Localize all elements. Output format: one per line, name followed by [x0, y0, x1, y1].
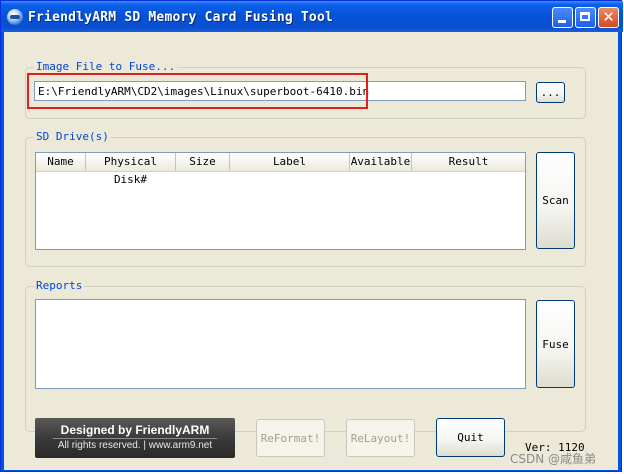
column-header-result[interactable]: Result [412, 153, 525, 171]
fuse-button[interactable]: Fuse [536, 300, 575, 388]
reports-group-label: Reports [34, 279, 85, 292]
column-header-name[interactable]: Name [36, 153, 86, 171]
friendlyarm-logo-banner: Designed by FriendlyARM All rights reser… [35, 418, 235, 458]
logo-title: Designed by FriendlyARM [60, 423, 210, 437]
app-icon [7, 9, 23, 25]
sd-drives-group-label: SD Drive(s) [34, 130, 111, 143]
window-title: FriendlyARM SD Memory Card Fusing Tool [28, 10, 334, 25]
logo-subtitle: All rights reserved. | www.arm9.net [57, 440, 213, 451]
maximize-button[interactable] [575, 7, 596, 28]
sd-drives-list[interactable]: Name Physical Disk# Size Label Available… [35, 152, 526, 250]
sd-drives-list-header: Name Physical Disk# Size Label Available… [36, 153, 525, 186]
minimize-icon [558, 20, 566, 23]
column-header-available[interactable]: Available [350, 153, 412, 171]
column-header-size[interactable]: Size [176, 153, 230, 171]
image-file-group-label: Image File to Fuse... [34, 60, 178, 73]
close-button[interactable]: ✕ [598, 7, 619, 28]
column-header-label[interactable]: Label [230, 153, 350, 171]
maximize-icon [580, 12, 590, 21]
annotation-highlight-box [27, 73, 368, 109]
minimize-button[interactable] [552, 7, 573, 28]
reports-textarea[interactable] [35, 299, 526, 389]
app-window: FriendlyARM SD Memory Card Fusing Tool ✕… [0, 0, 623, 472]
quit-button[interactable]: Quit [436, 418, 505, 457]
reformat-button[interactable]: ReFormat! [256, 419, 325, 457]
scan-button[interactable]: Scan [536, 152, 575, 249]
csdn-watermark: CSDN @咸鱼弟 [510, 452, 597, 466]
client-area: Image File to Fuse... E:\FriendlyARM\CD2… [4, 32, 618, 470]
column-header-physical-disk[interactable]: Physical Disk# [86, 153, 176, 186]
browse-button[interactable]: ... [536, 82, 565, 103]
logo-divider [53, 438, 217, 439]
title-bar[interactable]: FriendlyARM SD Memory Card Fusing Tool ✕ [1, 1, 623, 32]
relayout-button[interactable]: ReLayout! [346, 419, 415, 457]
close-icon: ✕ [602, 8, 615, 26]
